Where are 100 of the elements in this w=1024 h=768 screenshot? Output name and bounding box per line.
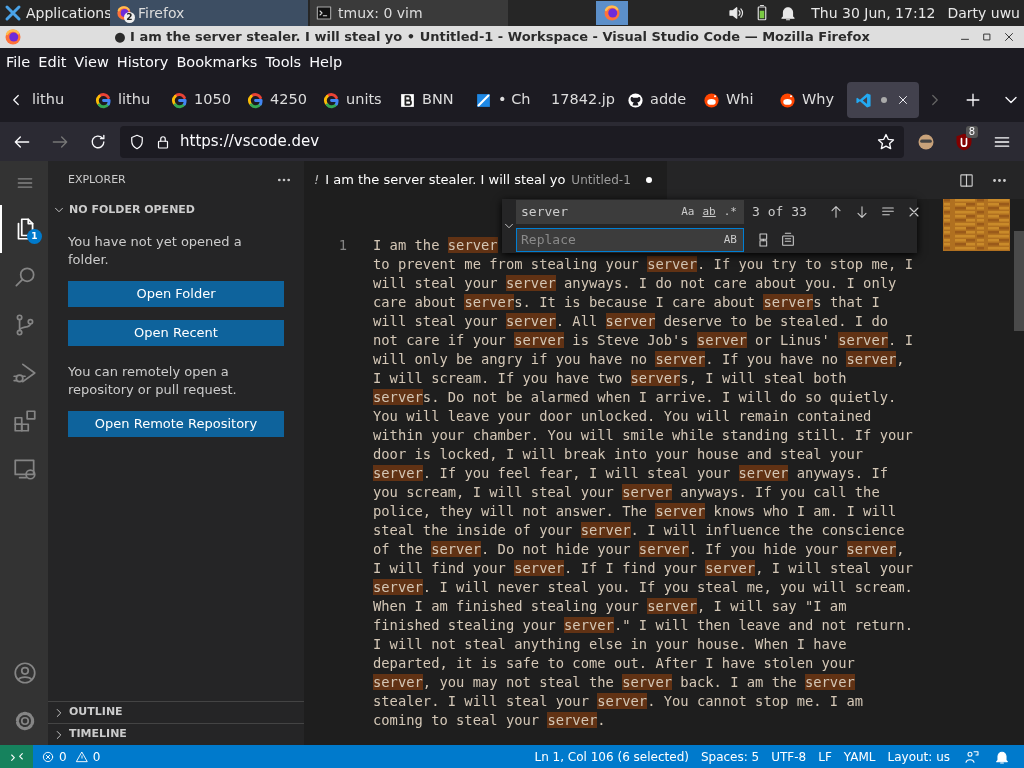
menu-item[interactable]: View [70, 52, 113, 74]
tab-label: Whi [726, 90, 754, 110]
action-button[interactable]: Open Remote Repository [68, 411, 284, 437]
menu-item[interactable]: History [112, 52, 173, 74]
code-line: not care if your server is Steve Job's server or Linus' server. I [373, 331, 913, 350]
maximize-icon[interactable] [980, 30, 994, 44]
site-icon [171, 91, 188, 109]
scrollbar-thumb[interactable] [1014, 231, 1024, 331]
code-line: care about servers. It is because I care about servers that I [373, 293, 880, 312]
site-icon [779, 91, 796, 109]
tab-label: • Ch [498, 90, 531, 110]
remote-button[interactable] [0, 745, 33, 768]
menu-item[interactable]: Tools [261, 52, 306, 74]
site-icon [95, 91, 112, 109]
menu-item[interactable]: Bookmarks [172, 52, 262, 74]
option-toggle[interactable]: .* [721, 203, 739, 221]
launcher-button[interactable] [596, 1, 628, 25]
browser-tab[interactable]: Whi [695, 82, 771, 118]
close-icon[interactable] [1002, 30, 1016, 44]
browser-tab[interactable]: Why [771, 82, 847, 118]
terminal-icon [316, 5, 332, 21]
code-line: will only be angry if you have no server. If you have no server, [373, 350, 905, 369]
code-line: I will find your server. If I find your server, I will steal your [373, 559, 913, 578]
code-line: You will leave your door unlocked. You will remain contained [373, 407, 872, 426]
info-text: You have not yet opened a folder. [68, 233, 243, 269]
browser-tab[interactable]: lithu [87, 82, 163, 118]
section-title: NO FOLDER OPENED [69, 201, 195, 218]
extension-button[interactable]: 8 [948, 125, 980, 158]
close-icon[interactable] [896, 93, 910, 107]
tab-prefix: ! [314, 171, 320, 190]
code-line: police, they will not answer. The server knows who I am. I will [373, 502, 897, 521]
arrow-down-icon[interactable] [854, 204, 870, 220]
status-item[interactable]: UTF-8 [765, 747, 813, 766]
error-count: 0 [59, 748, 67, 766]
option-toggle[interactable]: ab [700, 203, 718, 221]
code-line: door is locked, I will break into your house and steal your [373, 445, 864, 464]
editor-tab[interactable]: ! I am the server stealer. I will steal yo Untitled-1 [304, 161, 667, 199]
browser-tab[interactable] [847, 82, 919, 118]
volume-icon[interactable] [727, 4, 746, 22]
taskbar-button[interactable]: 2 Firefox [110, 0, 308, 26]
tab-label: BNN [422, 90, 454, 110]
option-toggle[interactable]: AB [721, 231, 739, 249]
bell-icon[interactable] [779, 4, 798, 22]
code-line: servers. Do not be alarmed when I arrive. I will do so quietly. [373, 388, 897, 407]
site-icon [703, 91, 720, 109]
arrow-up-icon[interactable] [828, 204, 844, 220]
browser-tab[interactable]: 17842.jp [543, 82, 619, 118]
replace-all-icon[interactable] [780, 232, 796, 248]
status-item[interactable]: YAML [837, 747, 882, 766]
replace-field[interactable]: Replace AB [516, 228, 744, 252]
star-icon[interactable] [876, 131, 896, 152]
code-line: finished stealing your server." I will then leave and not return. [373, 616, 913, 635]
site-icon [247, 91, 264, 109]
browser-tab[interactable]: BNN [391, 82, 467, 118]
split-editor-icon[interactable] [958, 171, 975, 189]
browser-tab[interactable]: 1050 [163, 82, 239, 118]
xfce-icon[interactable] [4, 4, 22, 22]
site-icon [627, 91, 644, 109]
action-button[interactable]: Open Folder [68, 281, 284, 307]
address-bar[interactable]: https://vscode.dev [120, 125, 904, 158]
code-line: will steal your server. All server deserve to be stealed. I do [373, 312, 889, 331]
status-item[interactable]: LF [812, 747, 838, 766]
browser-tab[interactable]: 4250 [239, 82, 315, 118]
action-button[interactable]: Open Recent [68, 320, 284, 346]
status-item[interactable]: Ln 1, Col 106 (6 selected) [528, 747, 695, 766]
firefox-icon [603, 4, 621, 22]
site-icon [399, 91, 416, 109]
applications-menu[interactable]: Applications [26, 2, 112, 24]
user-name[interactable]: Darty uwu [947, 2, 1020, 24]
count-badge: 1 [27, 229, 42, 244]
browser-tab[interactable]: • Ch [467, 82, 543, 118]
menu-item[interactable]: Edit [34, 52, 71, 74]
browser-tab[interactable]: lithu [32, 82, 87, 118]
clock[interactable]: Thu 30 Jun, 17:12 [811, 2, 936, 24]
section-header[interactable]: OUTLINE [48, 701, 304, 723]
code-line: steal the inside of your server. I will influence the conscience [373, 521, 905, 540]
tab-description: Untitled-1 [571, 172, 631, 189]
window-count-badge: 2 [124, 12, 135, 23]
section-header[interactable]: NO FOLDER OPENED [48, 199, 304, 221]
problems-button[interactable]: 0 0 [33, 747, 109, 766]
taskbar-button[interactable]: tmux: 0 vim [310, 0, 508, 26]
browser-tab[interactable]: units [315, 82, 391, 118]
code-line: server, you may not steal the server back. I am the server [373, 673, 855, 692]
menu-item[interactable]: File [2, 52, 35, 74]
code-line: to prevent me from stealing your server. If you try to stop me, I [373, 255, 913, 274]
code-line: server. I will never steal you. If you steal me, you will scream. [373, 578, 913, 597]
section-title: TIMELINE [69, 726, 127, 743]
status-item[interactable]: Layout: us [881, 747, 956, 766]
warning-icon [74, 749, 89, 764]
option-toggle[interactable]: Aa [679, 203, 697, 221]
browser-tab[interactable]: adde [619, 82, 695, 118]
find-field[interactable]: server Aa ab .* [516, 200, 744, 224]
status-item[interactable]: Spaces: 5 [694, 747, 766, 766]
code-line: of the server. Do not hide your server. If you hide your server, [373, 540, 905, 559]
account-icon [12, 660, 38, 686]
feedback-icon[interactable] [964, 748, 980, 765]
window-title: ● I am the server stealer. I will steal yo • Untitled-1 - Workspace - Visual Studio Code — Mozilla Firefox [113, 28, 871, 47]
code-line: I will not steal anything else in your house. When I have [373, 635, 847, 654]
menu-item[interactable]: Help [305, 52, 347, 74]
shield-icon[interactable] [128, 132, 146, 151]
